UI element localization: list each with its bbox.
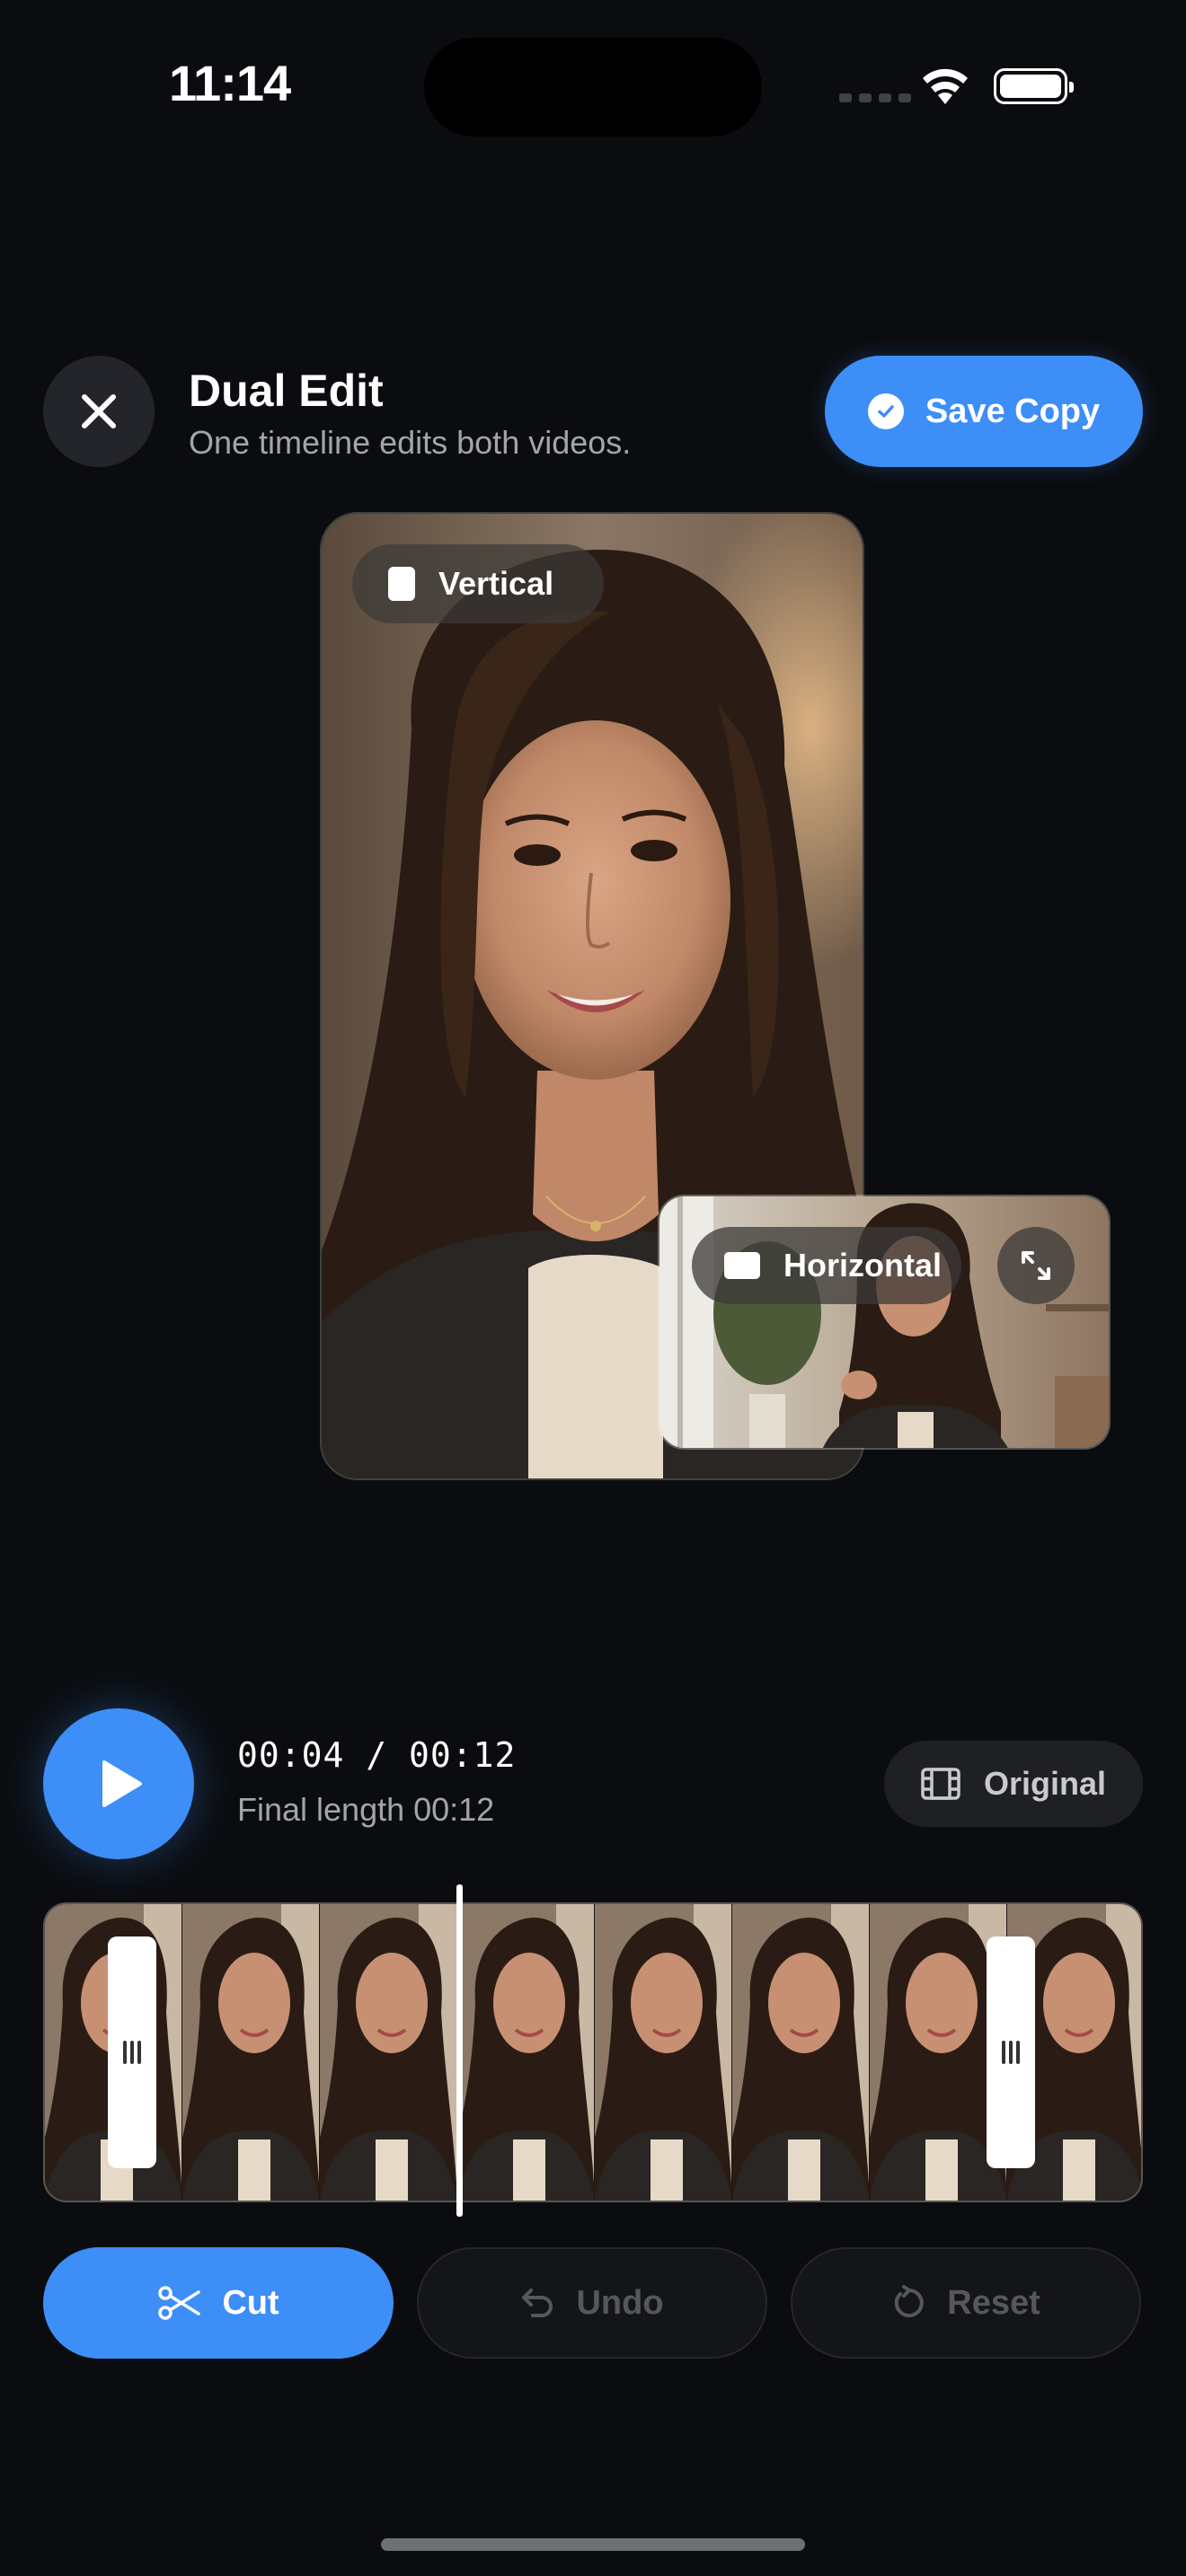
page-subtitle: One timeline edits both videos. (189, 424, 632, 461)
reset-label: Reset (947, 2283, 1040, 2322)
save-copy-button[interactable]: Save Copy (825, 356, 1143, 467)
cut-label: Cut (222, 2283, 279, 2322)
horizontal-label: Horizontal (783, 1247, 942, 1284)
wifi-icon (918, 65, 972, 110)
expand-button[interactable] (997, 1227, 1075, 1304)
expand-icon (1022, 1251, 1050, 1280)
dynamic-island (424, 38, 762, 137)
final-length-text: Final length 00:12 (237, 1791, 495, 1828)
undo-label: Undo (576, 2283, 664, 2322)
time-display: 00:04 / 00:12 (237, 1735, 517, 1775)
timeline-frame (182, 1904, 320, 2201)
status-time: 11:14 (169, 55, 291, 111)
timeline-strip[interactable] (43, 1902, 1143, 2202)
close-icon (82, 394, 116, 428)
playhead[interactable] (456, 1884, 463, 2217)
check-circle-icon (867, 393, 904, 429)
timeline-frame (457, 1904, 595, 2201)
cellular-signal-icon (839, 93, 911, 102)
undo-icon (522, 2289, 553, 2317)
horizontal-label-pill: Horizontal (692, 1227, 961, 1304)
reset-icon (895, 2285, 925, 2317)
play-icon (102, 1760, 142, 1807)
save-copy-label: Save Copy (925, 392, 1101, 430)
portrait-shape-icon (388, 567, 415, 601)
cut-button[interactable]: Cut (43, 2247, 394, 2359)
vertical-label: Vertical (438, 565, 554, 602)
vertical-label-pill: Vertical (352, 544, 604, 623)
reset-button[interactable]: Reset (791, 2247, 1141, 2359)
timeline-frame (595, 1904, 732, 2201)
trim-handle-end[interactable] (987, 1936, 1035, 2168)
timeline-frame (320, 1904, 457, 2201)
scissors-icon (158, 2286, 201, 2320)
original-button[interactable]: Original (884, 1741, 1143, 1827)
battery-icon (994, 68, 1074, 104)
close-button[interactable] (43, 356, 155, 467)
trim-handle-start[interactable] (108, 1936, 156, 2168)
original-label: Original (983, 1765, 1107, 1802)
play-button[interactable] (43, 1708, 194, 1859)
timeline-frame (732, 1904, 870, 2201)
landscape-shape-icon (724, 1252, 760, 1279)
undo-button[interactable]: Undo (417, 2247, 767, 2359)
home-indicator[interactable] (381, 2538, 805, 2551)
page-title: Dual Edit (189, 366, 384, 416)
film-icon (921, 1768, 960, 1800)
